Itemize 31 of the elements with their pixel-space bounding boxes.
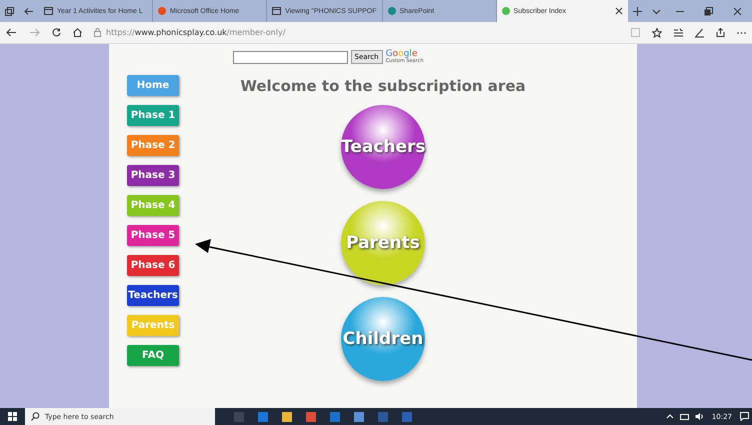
search-field[interactable] (232, 50, 348, 64)
page-icon (272, 7, 282, 15)
home-icon[interactable] (73, 28, 82, 37)
area-button[interactable]: Teachers (341, 105, 425, 189)
new-tab-icon[interactable] (633, 6, 642, 16)
star-icon[interactable] (652, 28, 662, 38)
page-heading: Welcome to the subscription area (240, 77, 526, 95)
tab-arrow-icon[interactable] (24, 6, 34, 16)
pen-icon[interactable] (695, 28, 704, 38)
page-icon (44, 7, 53, 15)
close-icon[interactable] (733, 6, 742, 16)
nav-button[interactable]: Phase 6 (127, 255, 179, 276)
network-icon[interactable] (680, 412, 689, 420)
back-icon[interactable] (6, 28, 17, 37)
notification-icon[interactable] (740, 412, 749, 421)
tabs-icon[interactable] (5, 6, 14, 16)
nav-button[interactable]: Phase 5 (127, 225, 179, 246)
close-icon[interactable] (615, 7, 624, 15)
chevron-icon[interactable] (652, 8, 662, 14)
share-icon[interactable] (716, 28, 725, 37)
lock-icon (94, 28, 101, 37)
search-logo: Google (386, 50, 418, 59)
favorites-icon[interactable] (674, 28, 683, 37)
refresh-icon[interactable] (52, 28, 61, 37)
restore-icon[interactable] (704, 6, 714, 16)
more-icon[interactable] (737, 30, 746, 34)
search-icon (31, 412, 40, 421)
volume-icon[interactable] (694, 412, 704, 421)
windows-start-icon[interactable] (8, 412, 17, 421)
nav-button[interactable]: Phase 3 (127, 165, 179, 186)
nav-button[interactable]: Teachers (127, 285, 179, 306)
